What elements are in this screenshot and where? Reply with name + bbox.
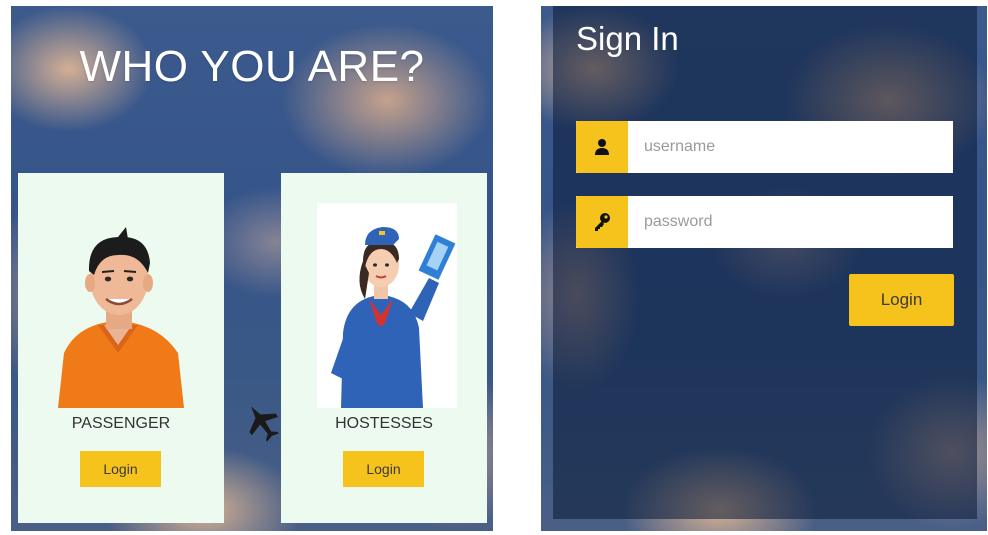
user-icon (576, 121, 628, 173)
passenger-card: PASSENGER Login (18, 173, 224, 523)
username-input[interactable] (628, 121, 953, 173)
sign-in-login-button[interactable]: Login (849, 274, 954, 326)
role-select-screen: WHO YOU ARE? PASSENGER Login HOSTESSES L… (11, 6, 493, 531)
sign-in-screen: Sign In Login (541, 6, 987, 531)
airplane-icon (244, 401, 280, 447)
role-select-title: WHO YOU ARE? (79, 42, 425, 91)
sign-in-overlay (553, 6, 977, 519)
passenger-login-button[interactable]: Login (80, 451, 161, 487)
password-input[interactable] (628, 196, 953, 248)
hostess-label: HOSTESSES (335, 415, 433, 432)
passenger-illustration (18, 203, 224, 408)
hostess-card: HOSTESSES Login (281, 173, 487, 523)
key-icon (576, 196, 628, 248)
passenger-label: PASSENGER (71, 415, 171, 432)
password-field (576, 196, 953, 248)
hostess-login-button[interactable]: Login (343, 451, 424, 487)
hostess-illustration (281, 203, 487, 408)
sign-in-title: Sign In (576, 20, 679, 57)
username-field (576, 121, 953, 173)
